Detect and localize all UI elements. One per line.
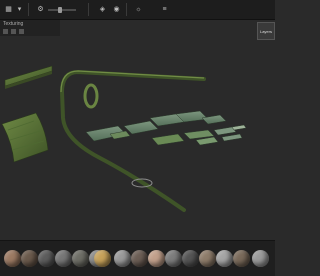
top-toolbar: ▦ ▾ ⚙ ◈ ◉ ☼ ≡ <box>0 0 275 20</box>
toolbar-divider <box>88 3 89 16</box>
material-ball[interactable] <box>114 250 131 267</box>
dropdown-icon[interactable]: ▾ <box>15 5 24 14</box>
layers-icon[interactable]: ≡ <box>160 5 169 14</box>
material-ball[interactable] <box>55 250 72 267</box>
grid-icon[interactable]: ▦ <box>4 5 13 14</box>
material-ball[interactable] <box>72 250 89 267</box>
material-ball[interactable] <box>38 250 55 267</box>
material-ball[interactable] <box>94 250 111 267</box>
toolbar-divider <box>126 3 127 16</box>
material-ball[interactable] <box>216 250 233 267</box>
material-ball[interactable] <box>252 250 269 267</box>
cube-icon[interactable]: ◈ <box>98 5 107 14</box>
brush-size-handle[interactable] <box>58 7 62 13</box>
sun-icon[interactable]: ☼ <box>134 5 143 14</box>
settings-icon[interactable]: ⚙ <box>36 5 45 14</box>
material-ball[interactable] <box>233 250 250 267</box>
material-ball[interactable] <box>4 250 21 267</box>
material-ball[interactable] <box>21 250 38 267</box>
material-ball[interactable] <box>131 250 148 267</box>
material-ball[interactable] <box>165 250 182 267</box>
material-ball[interactable] <box>148 250 165 267</box>
material-ball[interactable] <box>199 250 216 267</box>
mesh-curved-panel[interactable] <box>1 112 49 163</box>
material-ball[interactable] <box>182 250 199 267</box>
toolbar-divider <box>28 3 29 16</box>
3d-viewport[interactable] <box>0 19 275 240</box>
mesh-tiles[interactable] <box>85 110 247 146</box>
mesh-ring[interactable] <box>83 83 99 109</box>
brush-size-slider[interactable] <box>48 9 76 11</box>
camera-icon[interactable]: ◉ <box>112 5 121 14</box>
